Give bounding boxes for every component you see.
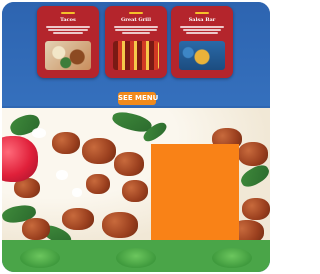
onion-piece bbox=[32, 128, 46, 138]
page-frame: Tacos Great Grill Salsa Bar SEE MENU bbox=[2, 2, 270, 272]
salsa-bar-photo bbox=[179, 41, 225, 70]
meat-chunk bbox=[114, 152, 144, 176]
card-description bbox=[112, 26, 160, 36]
card-title: Great Grill bbox=[121, 17, 151, 23]
green-decoration bbox=[20, 248, 60, 268]
card-description bbox=[44, 26, 92, 36]
meat-chunk bbox=[102, 212, 138, 238]
food-hero-image bbox=[2, 108, 270, 246]
meat-chunk bbox=[82, 138, 116, 164]
card-title: Tacos bbox=[60, 17, 76, 23]
green-decoration bbox=[116, 248, 156, 268]
card-description bbox=[178, 26, 226, 36]
meat-chunk bbox=[86, 174, 110, 194]
card-accent-bar bbox=[129, 12, 143, 14]
feature-card-tacos[interactable]: Tacos bbox=[37, 6, 99, 78]
onion-piece bbox=[56, 170, 68, 180]
onion-piece bbox=[72, 188, 82, 197]
feature-card-salsa-bar[interactable]: Salsa Bar bbox=[171, 6, 233, 78]
radish-slice bbox=[2, 136, 38, 182]
card-title: Salsa Bar bbox=[188, 17, 216, 23]
see-menu-button[interactable]: SEE MENU bbox=[118, 92, 158, 105]
meat-chunk bbox=[238, 142, 268, 166]
meat-chunk bbox=[52, 132, 80, 154]
footer-band bbox=[2, 240, 270, 272]
feature-card-grill[interactable]: Great Grill bbox=[105, 6, 167, 78]
green-decoration bbox=[212, 248, 252, 268]
meat-chunk bbox=[62, 208, 94, 230]
feature-section: Tacos Great Grill Salsa Bar SEE MENU bbox=[2, 2, 270, 106]
meat-chunk bbox=[122, 180, 148, 202]
grill-photo bbox=[113, 41, 159, 70]
card-accent-bar bbox=[61, 12, 75, 14]
meat-chunk bbox=[22, 218, 50, 240]
orange-panel bbox=[151, 144, 239, 240]
card-accent-bar bbox=[195, 12, 209, 14]
tacos-photo bbox=[45, 41, 91, 70]
meat-chunk bbox=[242, 198, 270, 220]
